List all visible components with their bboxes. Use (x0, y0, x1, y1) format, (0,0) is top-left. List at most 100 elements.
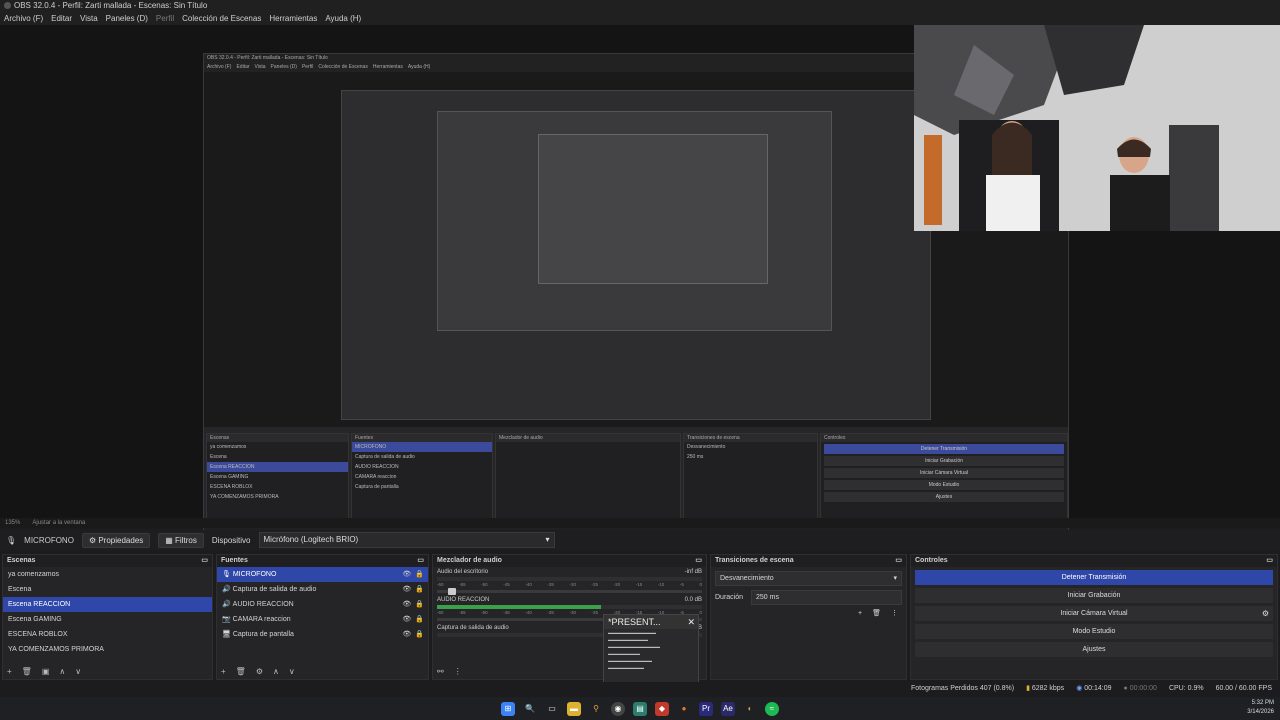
eye-icon[interactable]: 👁 (402, 582, 411, 597)
lock-icon[interactable]: 🔒 (415, 567, 424, 582)
menu-paneles[interactable]: Paneles (D) (106, 12, 148, 25)
magnifier-icon[interactable]: ⚲ (589, 702, 603, 716)
shield-icon[interactable]: ◆ (655, 701, 669, 716)
rec-time: ● 00:00:00 (1123, 685, 1157, 692)
volume-fader[interactable] (437, 588, 702, 595)
close-icon[interactable]: ✕ (687, 617, 695, 628)
device-select[interactable]: Micrófono (Logitech BRIO) ▾ (258, 532, 555, 548)
meter-tick-label: 0 (699, 582, 702, 587)
broadcast-icon: ◉ (1076, 685, 1083, 692)
gear-icon[interactable]: ⚙ (256, 667, 263, 676)
presentation-preview-popup[interactable]: *PRESENT... ✕ ▬▬▬▬▬▬▬▬▬▬▬▬ ▬▬▬▬▬▬▬▬▬▬ ▬▬▬… (603, 614, 699, 690)
transitions-title: Transiciones de escena (715, 557, 794, 564)
trash-icon[interactable]: 🗑 (236, 667, 246, 676)
properties-button[interactable]: ⚙ Propiedades (81, 532, 151, 548)
move-up-icon[interactable]: ∧ (273, 667, 279, 676)
nested-scenes: Escenas ya comenzamos Escena Escena REAC… (206, 433, 349, 528)
controls-title: Controles (915, 557, 948, 564)
dock-undock-icon[interactable]: ▭ (1266, 555, 1273, 567)
task-view-icon[interactable]: ▭ (545, 702, 559, 716)
monitor-icon: 🖥 (222, 631, 231, 638)
menu-editar[interactable]: Editar (51, 12, 72, 25)
add-icon[interactable]: + (221, 667, 226, 676)
dock-undock-icon[interactable]: ▭ (201, 555, 208, 567)
menu-coleccion[interactable]: Colección de Escenas (182, 12, 261, 25)
preview-canvas[interactable]: OBS 32.0.4 - Perfil: Zarti mallada - Esc… (0, 25, 1280, 542)
eye-icon[interactable]: 👁 (402, 567, 411, 582)
move-up-icon[interactable]: ∧ (59, 667, 65, 676)
add-icon[interactable]: + (858, 610, 862, 617)
menu-herramientas[interactable]: Herramientas (269, 12, 317, 25)
source-item-selected[interactable]: 🎙 MICROFONO 👁 🔒 (217, 567, 428, 582)
spotify-icon[interactable]: ≈ (765, 701, 779, 716)
dock-undock-icon[interactable]: ▭ (695, 555, 702, 567)
zoom-fit[interactable]: Ajustar a la ventana (32, 518, 85, 528)
track-name: Audio del escritorio (437, 569, 489, 575)
lock-icon[interactable]: 🔒 (415, 627, 424, 642)
settings-button[interactable]: Ajustes (915, 642, 1273, 657)
premiere-icon[interactable]: Pr (699, 701, 713, 716)
dock-undock-icon[interactable]: ▭ (895, 555, 902, 567)
filter-icon[interactable]: ▣ (42, 667, 50, 676)
start-icon[interactable]: ⊞ (501, 701, 515, 716)
scene-item[interactable]: Escena GAMING (3, 612, 212, 627)
after-effects-icon[interactable]: Ae (721, 701, 735, 716)
scene-item[interactable]: ya comenzamos (3, 567, 212, 582)
meter-ticks: -60 -55 -50 -45 -40 -35 -30 -25 -20 -15 -10 -5 0 (437, 582, 702, 587)
notepad-icon[interactable]: ▤ (633, 701, 647, 716)
record-icon: ● (1123, 685, 1128, 692)
dock-undock-icon[interactable]: ▭ (417, 555, 424, 567)
gear-icon[interactable]: ⚙ (1262, 606, 1269, 621)
scene-item-selected[interactable]: Escena REACCION (3, 597, 212, 612)
track-db: 0.0 dB (684, 597, 702, 603)
menu-dots-icon[interactable]: ⋮ (891, 609, 898, 617)
obs-icon[interactable]: ◉ (611, 701, 625, 716)
eye-icon[interactable]: 👁 (402, 597, 411, 612)
studio-mode-button[interactable]: Modo Estudio (915, 624, 1273, 639)
menu-ayuda[interactable]: Ayuda (H) (325, 12, 361, 25)
stats-bar: Fotogramas Perdidos 407 (0.8%) ▮ 6282 kb… (0, 682, 1280, 696)
system-clock[interactable]: 5:32 PM 3/14/2026 (1247, 699, 1274, 717)
app-icon[interactable]: ● (677, 702, 691, 716)
zoom-percent[interactable]: 135% (5, 518, 20, 528)
scene-item[interactable]: YA COMENZAMOS PRIMORA (3, 642, 212, 657)
scenes-dock: Escenas ▭ ya comenzamos Escena Escena REA… (2, 554, 213, 680)
source-item[interactable]: 🔊 AUDIO REACCION 👁 🔒 (217, 597, 428, 612)
lock-icon[interactable]: 🔒 (415, 582, 424, 597)
menu-dots-icon[interactable]: ⋮ (454, 667, 462, 676)
chevron-down-icon: ▾ (545, 535, 550, 544)
scene-item[interactable]: ESCENA ROBLOX (3, 627, 212, 642)
zoom-bar: 135% Ajustar a la ventana (0, 518, 1280, 528)
scene-item[interactable]: Escena (3, 582, 212, 597)
transitions-dock: Transiciones de escena ▭ Desvanecimiento ▾… (710, 554, 907, 680)
file-explorer-icon[interactable]: ▬ (567, 701, 581, 716)
trash-icon[interactable]: 🗑 (22, 667, 32, 676)
start-virtual-camera-button[interactable]: Iniciar Cámara Virtual ⚙ (915, 606, 1273, 621)
move-down-icon[interactable]: ∨ (289, 667, 295, 676)
add-icon[interactable]: + (7, 667, 12, 676)
blender-icon[interactable]: ◐ (743, 702, 757, 716)
source-item[interactable]: 🔊 Captura de salida de audio 👁 🔒 (217, 582, 428, 597)
source-item[interactable]: 🖥 Captura de pantalla 👁 🔒 (217, 627, 428, 642)
stop-streaming-button[interactable]: Detener Transmisión (915, 570, 1273, 585)
duration-input[interactable]: 250 ms (751, 590, 902, 605)
menu-archivo[interactable]: Archivo (F) (4, 12, 43, 25)
link-icon[interactable]: ⚯ (437, 667, 444, 676)
meter-tick-label: 0 (699, 610, 702, 615)
start-recording-button[interactable]: Iniciar Grabación (915, 588, 1273, 603)
transition-select[interactable]: Desvanecimiento ▾ (715, 571, 902, 586)
search-icon[interactable]: 🔍 (523, 702, 537, 716)
device-label: Dispositivo (211, 535, 251, 545)
eye-icon[interactable]: 👁 (402, 627, 411, 642)
cpu-usage: CPU: 0.9% (1168, 685, 1204, 692)
eye-icon[interactable]: 👁 (402, 612, 411, 627)
meter-tick-label: -25 (591, 582, 599, 587)
lock-icon[interactable]: 🔒 (415, 597, 424, 612)
menu-vista[interactable]: Vista (80, 12, 98, 25)
filters-button[interactable]: ▦ Filtros (158, 532, 204, 548)
trash-icon[interactable]: 🗑 (872, 609, 881, 617)
move-down-icon[interactable]: ∨ (75, 667, 81, 676)
source-item[interactable]: 📷 CAMARA reaccion 👁 🔒 (217, 612, 428, 627)
menu-perfil[interactable]: Perfil (156, 12, 174, 25)
lock-icon[interactable]: 🔒 (415, 612, 424, 627)
